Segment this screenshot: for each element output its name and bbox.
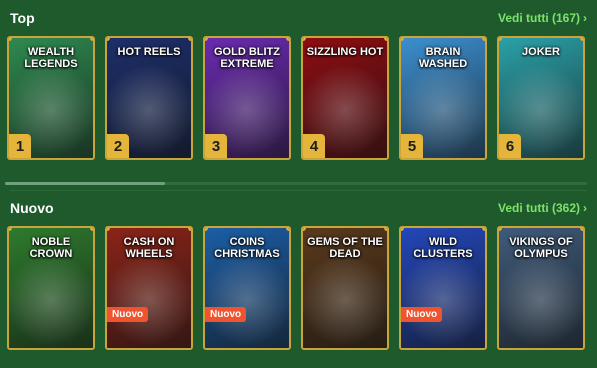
corner-ornament-icon bbox=[90, 228, 93, 231]
game-title: Sizzling Hot bbox=[306, 46, 384, 58]
game-title: Gold Blitz Extreme bbox=[214, 46, 280, 70]
top-game-card[interactable]: Joker 6 bbox=[497, 36, 585, 160]
game-title: Vikings of Olympus bbox=[509, 236, 573, 260]
top-games-row: Wealth Legends 1 Hot Reels 2 Gold Blitz Extr… bbox=[7, 36, 590, 160]
new-badge: Nuovo bbox=[107, 307, 149, 322]
game-title: Wild Clusters bbox=[413, 236, 473, 260]
section-divider bbox=[10, 190, 587, 191]
top-see-all-link[interactable]: Vedi tutti (167) › bbox=[498, 11, 587, 25]
top-row-scrollbar[interactable] bbox=[5, 182, 587, 185]
rank-badge: 2 bbox=[107, 134, 129, 158]
top-see-all-label: Vedi tutti (167) bbox=[497, 11, 580, 25]
top-row-scrollbar-thumb[interactable] bbox=[5, 182, 165, 185]
top-game-card[interactable]: Sizzling Hot 4 bbox=[301, 36, 389, 160]
corner-ornament-icon bbox=[580, 228, 583, 231]
corner-ornament-icon bbox=[286, 38, 289, 41]
nuovo-game-card[interactable]: Gems of the Dead bbox=[301, 226, 389, 350]
new-badge: Nuovo bbox=[205, 307, 247, 322]
top-game-card[interactable]: Wealth Legends 1 bbox=[7, 36, 95, 160]
game-title: Gems of the Dead bbox=[307, 236, 383, 260]
nuovo-game-card[interactable]: Wild Clusters Nuovo bbox=[399, 226, 487, 350]
game-title: Coins Christmas bbox=[214, 236, 280, 260]
nuovo-see-all-label: Vedi tutti (362) bbox=[497, 201, 580, 215]
chevron-right-icon: › bbox=[583, 201, 587, 215]
nuovo-section-title: Nuovo bbox=[10, 200, 54, 216]
rank-badge: 3 bbox=[205, 134, 227, 158]
corner-ornament-icon bbox=[286, 228, 289, 231]
top-section-header: Top Vedi tutti (167) › bbox=[10, 8, 587, 28]
corner-ornament-icon bbox=[90, 38, 93, 41]
game-title: Cash on Wheels bbox=[123, 236, 175, 260]
game-title: Brain Washed bbox=[418, 46, 468, 70]
corner-ornament-icon bbox=[482, 228, 485, 231]
rank-badge: 1 bbox=[9, 134, 31, 158]
corner-ornament-icon bbox=[188, 228, 191, 231]
new-badge: Nuovo bbox=[401, 307, 443, 322]
nuovo-section-header: Nuovo Vedi tutti (362) › bbox=[10, 198, 587, 218]
chevron-right-icon: › bbox=[583, 11, 587, 25]
corner-ornament-icon bbox=[384, 38, 387, 41]
game-title: Wealth Legends bbox=[24, 46, 78, 70]
top-game-card[interactable]: Gold Blitz Extreme 3 bbox=[203, 36, 291, 160]
rank-badge: 4 bbox=[303, 134, 325, 158]
nuovo-game-card[interactable]: Vikings of Olympus bbox=[497, 226, 585, 350]
corner-ornament-icon bbox=[580, 38, 583, 41]
top-section-title: Top bbox=[10, 10, 35, 26]
rank-badge: 5 bbox=[401, 134, 423, 158]
nuovo-game-card[interactable]: Cash on Wheels Nuovo bbox=[105, 226, 193, 350]
game-title: Joker bbox=[522, 46, 560, 58]
corner-ornament-icon bbox=[384, 228, 387, 231]
game-title: Noble Crown bbox=[29, 236, 73, 260]
nuovo-game-card[interactable]: Coins Christmas Nuovo bbox=[203, 226, 291, 350]
top-game-card[interactable]: Hot Reels 2 bbox=[105, 36, 193, 160]
corner-ornament-icon bbox=[482, 38, 485, 41]
game-title: Hot Reels bbox=[117, 46, 181, 58]
top-game-card[interactable]: Brain Washed 5 bbox=[399, 36, 487, 160]
rank-badge: 6 bbox=[499, 134, 521, 158]
corner-ornament-icon bbox=[188, 38, 191, 41]
nuovo-game-card[interactable]: Noble Crown bbox=[7, 226, 95, 350]
nuovo-games-row: Noble Crown Cash on Wheels Nuovo Coins Chri… bbox=[7, 226, 590, 350]
nuovo-see-all-link[interactable]: Vedi tutti (362) › bbox=[498, 201, 587, 215]
